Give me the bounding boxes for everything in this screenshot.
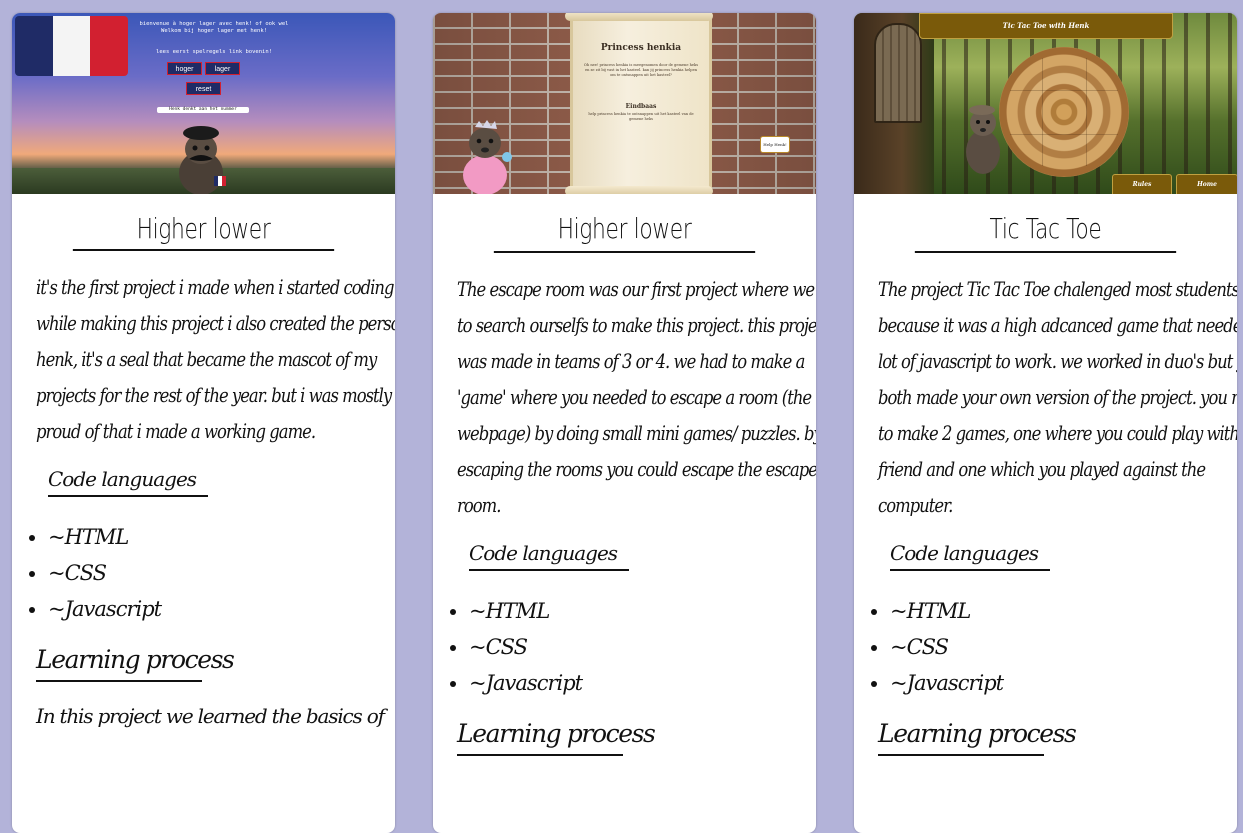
project-description: The escape room was our first project wh…: [457, 277, 816, 517]
code-languages-heading: Code languages: [469, 541, 629, 571]
project-card-higher-lower: bienvenue à hoger lager avec henk! of oo…: [12, 13, 395, 833]
project-screenshot-tic-tac-toe[interactable]: Tic Tac Toe with Henk Rules Home: [854, 13, 1237, 194]
end-text: help princess henkia te ontsnappen uit h…: [588, 112, 694, 121]
learning-process-heading: Learning process: [457, 719, 656, 756]
help-henk-button: Help Henk!: [760, 136, 790, 153]
project-screenshot-escape-room[interactable]: Princess henkia Oh nee! princess henkia …: [433, 13, 816, 194]
scroll-text: Oh nee! princess henkia is meegenomen do…: [583, 63, 699, 77]
french-flag: [15, 16, 128, 76]
code-languages-heading: Code languages: [890, 541, 1050, 571]
code-languages-heading: Code languages: [48, 467, 208, 497]
seal-mascot-icon: [966, 105, 1000, 174]
project-title: Tic Tac Toe: [914, 212, 1177, 253]
learning-process-heading: Learning process: [36, 645, 235, 682]
reset-button: reset: [186, 82, 221, 95]
learning-text: In this project we learned the basics of: [36, 704, 385, 728]
list-item: ~Javascript: [469, 665, 816, 701]
languages-list: ~HTML ~CSS ~Javascript: [433, 593, 816, 701]
game-banner: Tic Tac Toe with Henk: [919, 13, 1173, 39]
languages-list: ~HTML ~CSS ~Javascript: [854, 593, 1237, 701]
rules-hint: lees eerst spelregels link bovenin!: [156, 49, 272, 55]
list-item: ~CSS: [48, 555, 395, 591]
list-item: ~HTML: [48, 519, 395, 555]
welcome-text: bienvenue à hoger lager avec henk! of oo…: [139, 21, 289, 34]
end-heading: Eindbaas: [625, 103, 657, 110]
list-item: ~CSS: [469, 629, 816, 665]
scroll-title: Princess henkia: [600, 43, 682, 53]
list-item: ~HTML: [890, 593, 1237, 629]
list-item: ~Javascript: [890, 665, 1237, 701]
parchment-scroll: Princess henkia Oh nee! princess henkia …: [565, 13, 713, 194]
home-button: Home: [1176, 174, 1237, 194]
seal-mascot-icon: [179, 126, 226, 194]
project-title: Higher lower: [72, 212, 335, 251]
project-title: Higher lower: [493, 212, 756, 253]
info-bar: Henk denkt aan het nummer: [157, 107, 249, 113]
wooden-door-icon: [874, 23, 922, 123]
princess-seal-icon: [463, 120, 512, 194]
languages-list: ~HTML ~CSS ~Javascript: [12, 519, 395, 627]
list-item: ~Javascript: [48, 591, 395, 627]
list-item: ~CSS: [890, 629, 1237, 665]
project-card-tic-tac-toe: Tic Tac Toe with Henk Rules Home Tic Tac…: [854, 13, 1237, 833]
rules-button: Rules: [1112, 174, 1172, 194]
lager-button: lager: [205, 62, 240, 75]
list-item: ~HTML: [469, 593, 816, 629]
project-screenshot-higher-lower[interactable]: bienvenue à hoger lager avec henk! of oo…: [12, 13, 395, 194]
project-card-escape-room: Princess henkia Oh nee! princess henkia …: [433, 13, 816, 833]
learning-process-heading: Learning process: [878, 719, 1077, 756]
hoger-button: hoger: [167, 62, 202, 75]
project-description: The project Tic Tac Toe chalenged most s…: [878, 277, 1237, 517]
tree-log-board: [999, 47, 1129, 177]
project-description: it's the first project i made when i sta…: [36, 275, 395, 443]
